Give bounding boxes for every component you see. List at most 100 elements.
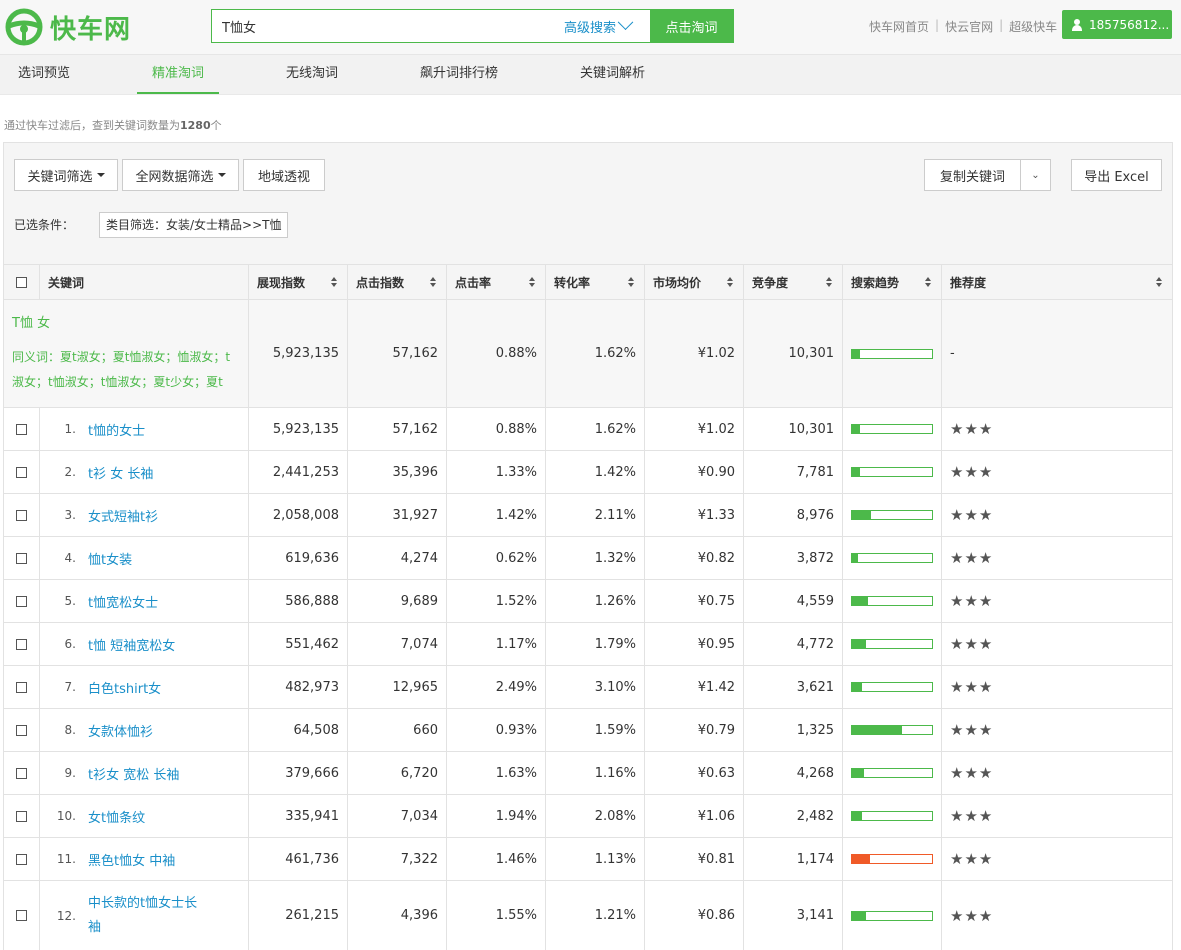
rank-number: 2.: [64, 465, 76, 479]
keyword-link[interactable]: 女t恤条纹: [88, 807, 145, 826]
row-checkbox-cell[interactable]: [4, 752, 40, 794]
trend-bar-fill: [852, 855, 870, 863]
keyword-filter-label: 关键词筛选: [27, 169, 93, 185]
link-home[interactable]: 快车网首页: [869, 18, 929, 35]
col-impressions[interactable]: 展现指数: [249, 265, 348, 299]
row-checkbox-cell[interactable]: [4, 838, 40, 880]
link-kuaiyun[interactable]: 快云官网: [945, 18, 993, 35]
tab-preview[interactable]: 选词预览: [18, 55, 70, 94]
keyword-link[interactable]: t恤宽松女士: [88, 592, 158, 611]
rank-number: 11.: [56, 852, 76, 866]
row-checkbox[interactable]: [16, 910, 27, 921]
keyword-link[interactable]: 白色tshirt女: [88, 678, 161, 697]
row-checkbox[interactable]: [16, 767, 27, 779]
clicks-cell: 7,322: [348, 838, 447, 880]
tab-rising-ranking[interactable]: 飙升词排行榜: [420, 55, 498, 94]
keyword-link[interactable]: t衫 女 长袖: [88, 463, 153, 482]
recommend-cell: ★★★: [942, 408, 1172, 450]
trend-cell: [843, 881, 942, 950]
row-checkbox[interactable]: [16, 466, 27, 478]
trend-bar-fill: [852, 812, 863, 820]
price-cell: ¥0.79: [645, 709, 744, 751]
clicks-cell: 12,965: [348, 666, 447, 708]
recommend-cell: ★★★: [942, 838, 1172, 880]
export-excel-button[interactable]: 导出 Excel: [1071, 159, 1162, 191]
clicks-cell: 7,034: [348, 795, 447, 837]
trend-cell: [843, 709, 942, 751]
trend-bar-fill: [852, 425, 860, 433]
row-checkbox-cell[interactable]: [4, 666, 40, 708]
row-checkbox[interactable]: [16, 509, 27, 521]
col-cvr[interactable]: 转化率: [546, 265, 645, 299]
recommend-cell: ★★★: [942, 795, 1172, 837]
row-checkbox[interactable]: [16, 638, 27, 650]
copy-options-dropdown[interactable]: ⌄: [1020, 159, 1051, 191]
trend-bar: [851, 510, 933, 520]
select-all-checkbox[interactable]: [16, 276, 27, 288]
region-view-button[interactable]: 地域透视: [243, 159, 325, 191]
network-filter-button[interactable]: 全网数据筛选: [122, 159, 239, 191]
trend-cell: [843, 838, 942, 880]
ctr-cell: 0.88%: [447, 300, 546, 407]
row-checkbox-cell[interactable]: [4, 537, 40, 579]
row-checkbox[interactable]: [16, 552, 27, 564]
price-cell: ¥0.81: [645, 838, 744, 880]
keyword-link[interactable]: 女款体恤衫: [88, 721, 153, 740]
impressions-cell: 619,636: [249, 537, 348, 579]
col-trend[interactable]: 搜索趋势: [843, 265, 942, 299]
keyword-link[interactable]: t衫女 宽松 长袖: [88, 764, 179, 783]
row-checkbox-cell[interactable]: [4, 795, 40, 837]
user-account-button[interactable]: 185756812...: [1062, 10, 1172, 39]
row-checkbox[interactable]: [16, 595, 27, 607]
recommend-cell: ★★★: [942, 666, 1172, 708]
keyword-link[interactable]: 中长款的t恤女士长袖: [88, 892, 208, 940]
tab-keyword-analysis[interactable]: 关键词解析: [580, 55, 645, 94]
keyword-cell: 6. t恤 短袖宽松女: [40, 623, 249, 665]
row-checkbox-cell[interactable]: [4, 709, 40, 751]
copy-keywords-button[interactable]: 复制关键词: [924, 159, 1021, 191]
summary-suffix: 个: [210, 119, 222, 132]
cvr-cell: 1.26%: [546, 580, 645, 622]
keyword-link[interactable]: t恤的女士: [88, 420, 145, 439]
tab-precise[interactable]: 精准淘词: [137, 55, 219, 94]
selected-condition-tag[interactable]: 类目筛选：女装/女士精品>>T恤: [99, 212, 289, 238]
search-input[interactable]: [212, 10, 564, 42]
col-price[interactable]: 市场均价: [645, 265, 744, 299]
advanced-search-toggle[interactable]: 高级搜索: [564, 10, 650, 42]
row-checkbox-cell[interactable]: [4, 451, 40, 493]
logo[interactable]: 快车网: [4, 7, 131, 47]
col-recommend[interactable]: 推荐度: [942, 265, 1172, 299]
row-checkbox-cell[interactable]: [4, 881, 40, 950]
tab-wireless[interactable]: 无线淘词: [286, 55, 338, 94]
row-checkbox-cell[interactable]: [4, 580, 40, 622]
keyword-link[interactable]: 女式短袖t衫: [88, 506, 158, 525]
keyword-filter-button[interactable]: 关键词筛选: [14, 159, 118, 191]
col-ctr[interactable]: 点击率: [447, 265, 546, 299]
row-checkbox[interactable]: [16, 423, 27, 435]
cvr-cell: 1.32%: [546, 537, 645, 579]
row-checkbox[interactable]: [16, 853, 27, 865]
trend-cell: [843, 300, 942, 407]
search-button[interactable]: 点击淘词: [650, 10, 733, 42]
row-checkbox-cell[interactable]: [4, 408, 40, 450]
col-clicks[interactable]: 点击指数: [348, 265, 447, 299]
row-checkbox[interactable]: [16, 810, 27, 822]
main-keyword[interactable]: T恤 女: [12, 312, 50, 331]
keyword-link[interactable]: 恤t女装: [88, 549, 132, 568]
row-checkbox[interactable]: [16, 681, 27, 693]
select-all-checkbox-cell[interactable]: [4, 265, 40, 299]
table-row: 11. 黑色t恤女 中袖 461,736 7,322 1.46% 1.13% ¥0.81 1,…: [4, 837, 1172, 880]
trend-bar-fill: [852, 911, 866, 920]
keyword-link[interactable]: 黑色t恤女 中袖: [88, 850, 175, 869]
trend-bar: [851, 596, 933, 606]
ctr-cell: 0.62%: [447, 537, 546, 579]
row-checkbox-cell[interactable]: [4, 623, 40, 665]
ctr-cell: 2.49%: [447, 666, 546, 708]
rank-number: 10.: [56, 809, 76, 823]
recommend-cell: ★★★: [942, 537, 1172, 579]
link-super-kuaiche[interactable]: 超级快车: [1009, 18, 1057, 35]
row-checkbox[interactable]: [16, 724, 27, 736]
keyword-link[interactable]: t恤 短袖宽松女: [88, 635, 175, 654]
row-checkbox-cell[interactable]: [4, 494, 40, 536]
col-competition[interactable]: 竞争度: [744, 265, 843, 299]
